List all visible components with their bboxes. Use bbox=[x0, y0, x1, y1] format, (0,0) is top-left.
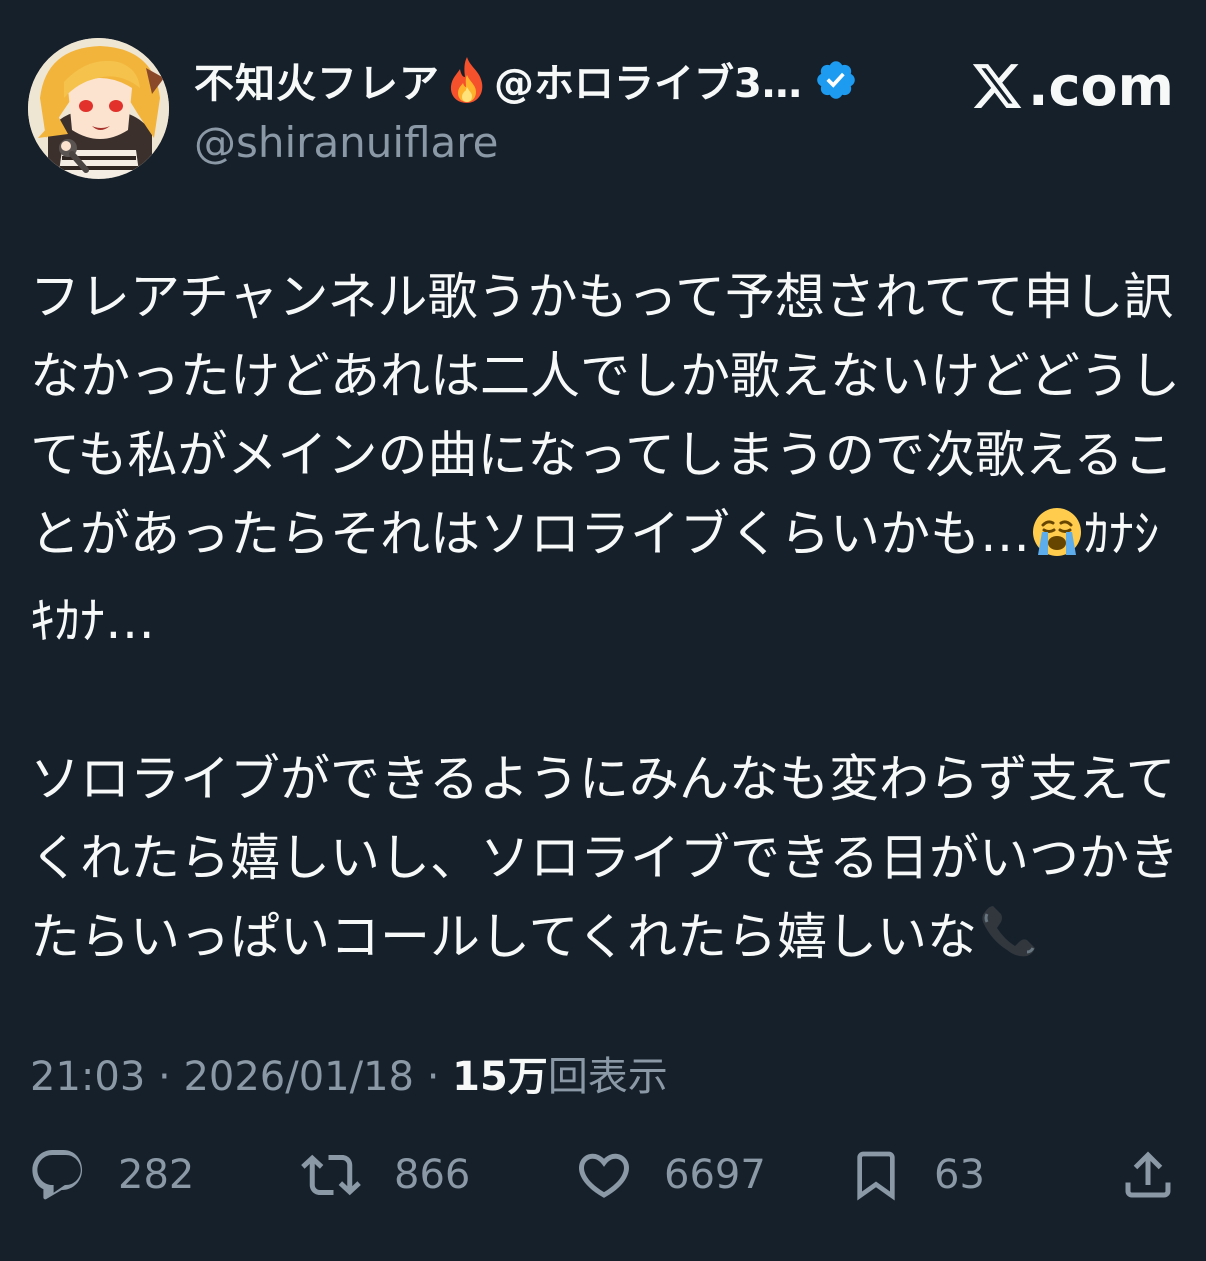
reply-button[interactable]: 282 bbox=[28, 1142, 194, 1208]
like-button[interactable]: 6697 bbox=[574, 1142, 766, 1208]
avatar[interactable] bbox=[28, 38, 169, 179]
name-line: 不知火フレア @ホロライブ3… bbox=[194, 52, 858, 108]
tweet-time[interactable]: 21:03 bbox=[30, 1054, 145, 1100]
like-count: 6697 bbox=[664, 1152, 766, 1198]
telephone-receiver-emoji bbox=[977, 902, 1043, 985]
bookmark-icon bbox=[857, 1151, 895, 1201]
heart-icon bbox=[578, 1153, 630, 1198]
tweet-meta: 21:03 · 2026/01/18 · 15万回表示 bbox=[30, 1044, 668, 1102]
share-button[interactable] bbox=[1118, 1142, 1178, 1208]
x-logo-icon bbox=[972, 64, 1022, 108]
tweet-text: フレアチャンネル歌うかもって予想されてて申し訳なかったけどあれは二人でしか歌えな… bbox=[30, 258, 1180, 985]
reply-count: 282 bbox=[118, 1152, 195, 1198]
brand-text: .com bbox=[1028, 54, 1174, 118]
retweet-count: 866 bbox=[394, 1152, 471, 1198]
bookmark-button[interactable]: 63 bbox=[848, 1142, 985, 1208]
views-label: 回表示 bbox=[547, 1054, 668, 1100]
user-handle[interactable]: @shiranuiflare bbox=[194, 118, 498, 167]
bookmark-count: 63 bbox=[934, 1152, 985, 1198]
meta-separator: · bbox=[413, 1054, 453, 1100]
views-count: 15万 bbox=[452, 1054, 548, 1100]
tweet-paragraph: フレアチャンネル歌うかもって予想されてて申し訳なかったけどあれは二人でしか歌えな… bbox=[30, 258, 1180, 661]
reply-icon bbox=[32, 1150, 83, 1200]
tweet-header: 不知火フレア @ホロライブ3… @shiranuiflare .com bbox=[28, 38, 1178, 180]
fire-icon bbox=[444, 55, 490, 105]
brand-logo: .com bbox=[968, 54, 1174, 118]
display-name-suffix[interactable]: @ホロライブ3… bbox=[494, 51, 802, 109]
retweet-icon bbox=[301, 1154, 361, 1196]
tweet-text-segment: フレアチャンネル歌うかもって予想されてて申し訳なかったけどあれは二人でしか歌えな… bbox=[30, 268, 1180, 563]
action-bar: 282 866 6697 63 bbox=[28, 1142, 1178, 1208]
retweet-button[interactable]: 866 bbox=[298, 1142, 470, 1208]
meta-separator: · bbox=[145, 1054, 184, 1100]
tweet-paragraph: ソロライブができるようにみんなも変わらず支えてくれたら嬉しいし、ソロライブできる… bbox=[30, 740, 1180, 985]
crying-face-emoji bbox=[1030, 503, 1084, 582]
verified-badge-icon bbox=[814, 58, 858, 102]
tweet-date[interactable]: 2026/01/18 bbox=[183, 1054, 414, 1100]
display-name[interactable]: 不知火フレア bbox=[194, 51, 440, 109]
share-icon bbox=[1125, 1151, 1171, 1198]
